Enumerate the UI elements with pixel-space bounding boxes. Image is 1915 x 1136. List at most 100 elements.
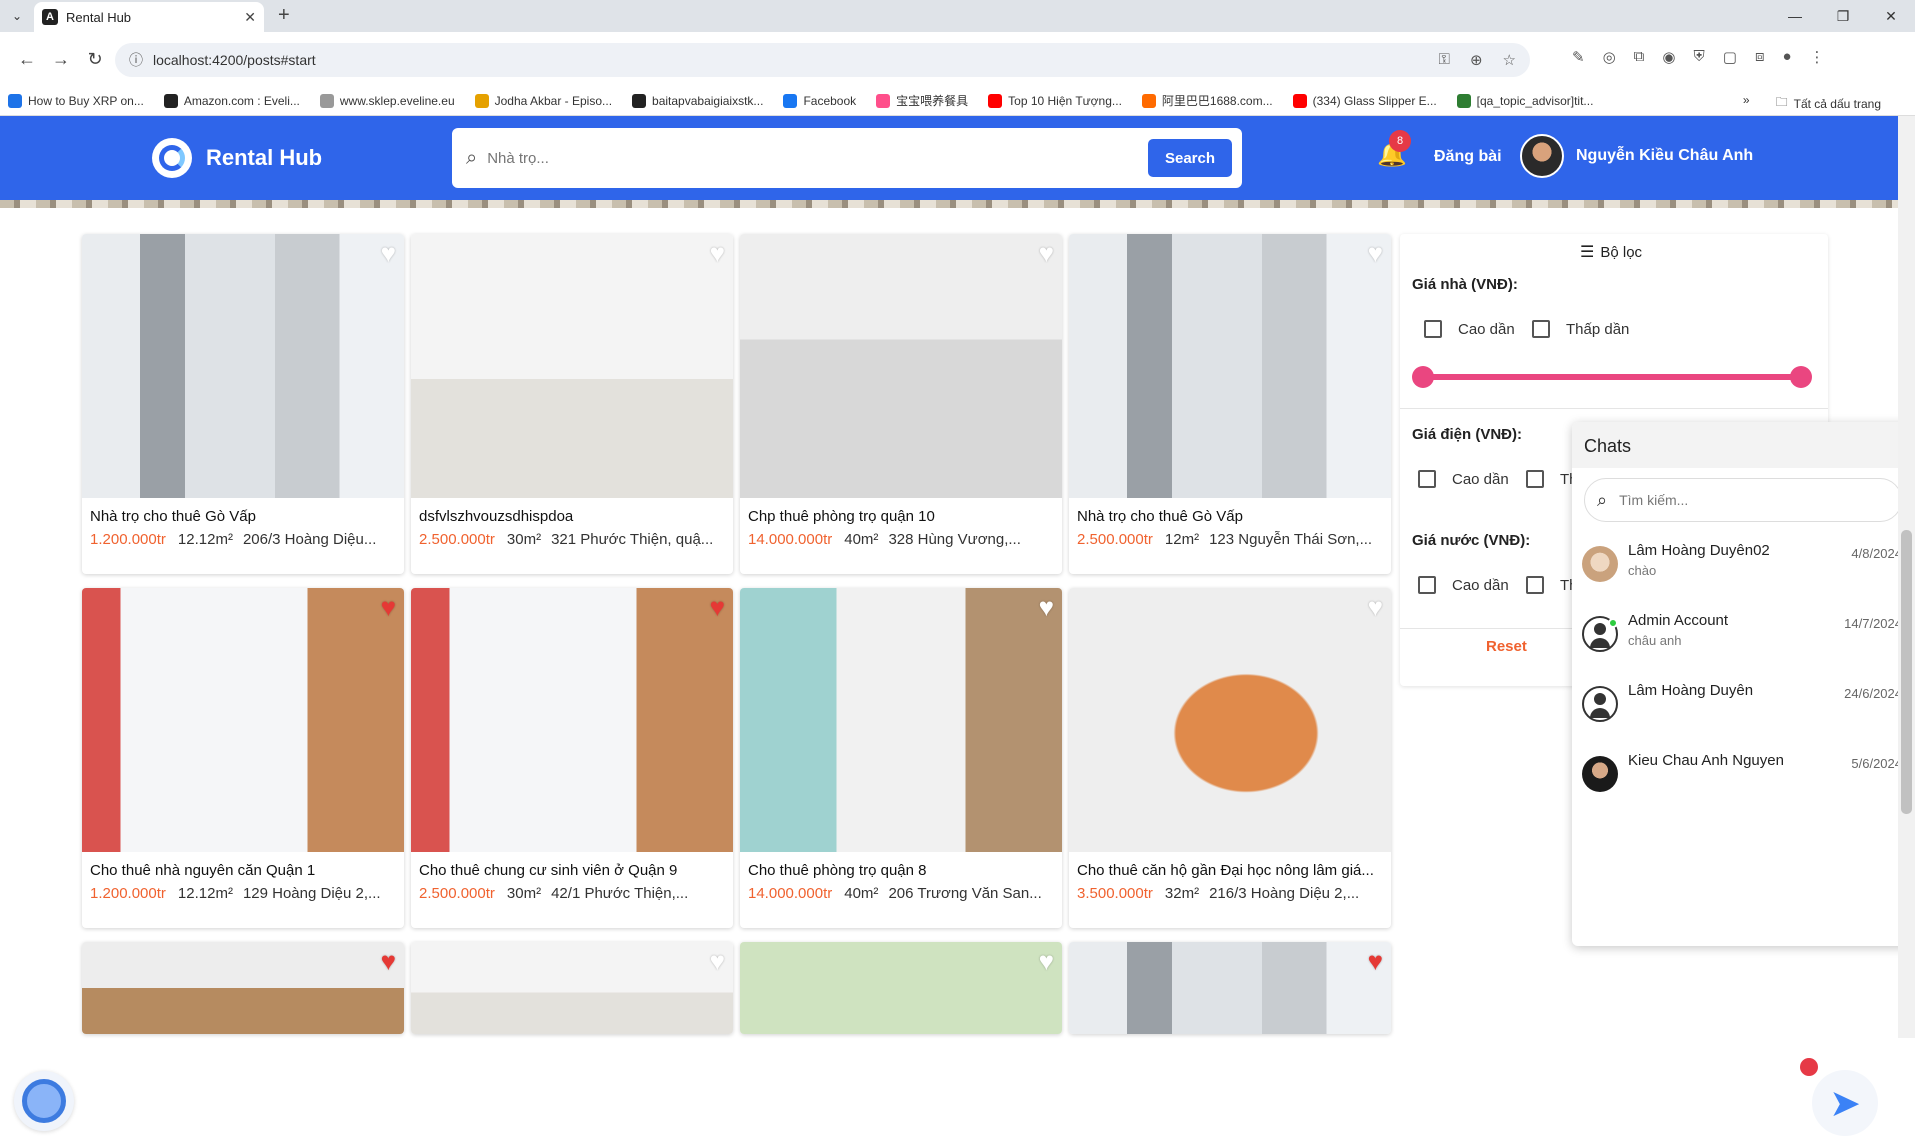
back-arrow-icon[interactable]: ←	[10, 49, 44, 70]
listing-photo[interactable]: ♥	[1069, 942, 1391, 1034]
house-price-asc-checkbox[interactable]: Thấp dần	[1532, 320, 1629, 338]
favorite-heart-icon[interactable]: ♥	[381, 592, 396, 623]
chat-conversation-item[interactable]: Admin Account châu anh 14/7/2024	[1572, 602, 1914, 672]
bookmark-item[interactable]: Facebook	[783, 93, 856, 108]
site-info-icon[interactable]: ⓘ	[129, 50, 143, 70]
listing-card[interactable]: ♥ dsfvlszhvouzsdhispdoa 2.500.000tr 30m² 321…	[411, 234, 733, 574]
restore-icon[interactable]: ❐	[1819, 0, 1867, 32]
chat-conversation-item[interactable]: Lâm Hoàng Duyên 24/6/2024	[1572, 672, 1914, 742]
listing-photo[interactable]: ♥	[740, 234, 1062, 498]
search-input[interactable]	[487, 149, 1148, 167]
bookmark-item[interactable]: 阿里巴巴1688.com...	[1141, 92, 1273, 109]
create-post-link[interactable]: Đăng bài	[1434, 148, 1502, 166]
profile-avatar-icon[interactable]: ●	[1782, 48, 1791, 66]
listing-photo[interactable]: ♥	[1069, 588, 1391, 852]
notification-bell-icon[interactable]: 🔔 8	[1377, 130, 1411, 169]
listing-title[interactable]: Nhà trọ cho thuê Gò Vấp	[82, 498, 404, 525]
listing-card[interactable]: ♥ Cho thuê căn hộ gần Đại học nông lâm gi…	[1069, 588, 1391, 928]
listing-card[interactable]: ♥ Chp thuê phòng trọ quận 10 14.000.000tr 4…	[740, 234, 1062, 574]
listing-card[interactable]: ♥ Cho thuê chung cư sinh viên ở Quận 9 2.5…	[411, 588, 733, 928]
chat-conversation-item[interactable]: Kieu Chau Anh Nguyen 5/6/2024	[1572, 742, 1914, 812]
puzzle-extensions-icon[interactable]: ⧈	[1755, 48, 1765, 66]
listing-title[interactable]: Chp thuê phòng trọ quận 10	[740, 498, 1062, 525]
listing-title[interactable]: Cho thuê chung cư sinh viên ở Quận 9	[411, 852, 733, 879]
scrollbar-thumb[interactable]	[1901, 530, 1912, 814]
reload-icon[interactable]: ↻	[78, 49, 112, 70]
all-bookmarks-folder[interactable]: 🗀 Tất cả dấu trang	[1776, 93, 1881, 114]
favorite-heart-icon[interactable]: ♥	[381, 238, 396, 269]
bookmark-item[interactable]: How to Buy XRP on...	[8, 93, 144, 108]
favorite-heart-icon[interactable]: ♥	[710, 946, 725, 977]
bookmark-item[interactable]: Amazon.com : Eveli...	[163, 93, 300, 108]
url-bar[interactable]: ⓘ localhost:4200/posts#start ⚿ ⊕ ☆	[115, 43, 1530, 77]
listing-photo[interactable]: ♥	[82, 234, 404, 498]
window-close-icon[interactable]: ✕	[1867, 0, 1915, 32]
listing-card[interactable]: ♥	[1069, 942, 1391, 1034]
water-price-desc-checkbox[interactable]: Cao dần	[1418, 576, 1509, 594]
brand-logo[interactable]: Rental Hub	[152, 138, 322, 178]
favorite-heart-icon[interactable]: ♥	[710, 238, 725, 269]
favorite-heart-icon[interactable]: ♥	[1039, 592, 1054, 623]
shield-extension-icon[interactable]: ⛨	[1693, 48, 1704, 66]
listing-photo[interactable]: ♥	[411, 942, 733, 1034]
listing-photo[interactable]: ♥	[411, 588, 733, 852]
favorite-heart-icon[interactable]: ♥	[1039, 238, 1054, 269]
chat-search-field[interactable]: ⌕ Tìm kiếm...	[1584, 478, 1902, 522]
lens-extension-icon[interactable]: ◉	[1662, 48, 1675, 66]
favorite-heart-icon[interactable]: ♥	[1039, 946, 1054, 977]
user-menu[interactable]: Nguyễn Kiều Châu Anh	[1520, 134, 1753, 178]
extension-box-icon[interactable]: ▢	[1723, 48, 1737, 66]
electric-price-desc-checkbox[interactable]: Cao dần	[1418, 470, 1509, 488]
favorite-heart-icon[interactable]: ♥	[710, 592, 725, 623]
listing-title[interactable]: dsfvlszhvouzsdhispdoa	[411, 498, 733, 525]
minimize-icon[interactable]: —	[1771, 0, 1819, 32]
listing-photo[interactable]: ♥	[82, 588, 404, 852]
favorite-heart-icon[interactable]: ♥	[1368, 238, 1383, 269]
house-price-desc-checkbox[interactable]: Cao dần	[1424, 320, 1515, 338]
listing-card[interactable]: ♥ Cho thuê nhà nguyên căn Quận 1 1.200.000…	[82, 588, 404, 928]
slider-min-handle[interactable]	[1412, 366, 1434, 388]
listing-card[interactable]: ♥ Nhà trọ cho thuê Gò Vấp 2.500.000tr 12m² 1…	[1069, 234, 1391, 574]
listing-card[interactable]: ♥	[411, 942, 733, 1034]
listing-title[interactable]: Cho thuê nhà nguyên căn Quận 1	[82, 852, 404, 879]
price-range-slider[interactable]	[1412, 366, 1812, 388]
listing-card[interactable]: ♥	[740, 942, 1062, 1034]
browser-menu-icon[interactable]: ⋮	[1810, 48, 1825, 66]
listing-card[interactable]: ♥ Nhà trọ cho thuê Gò Vấp 1.200.000tr 12.12…	[82, 234, 404, 574]
compass-extension-icon[interactable]: ◎	[1603, 48, 1616, 66]
page-scrollbar[interactable]	[1898, 116, 1915, 1038]
favorite-heart-icon[interactable]: ♥	[381, 946, 396, 977]
listing-title[interactable]: Cho thuê phòng trọ quận 8	[740, 852, 1062, 879]
pen-extension-icon[interactable]: ✎	[1572, 48, 1585, 66]
chat-conversation-item[interactable]: Lâm Hoàng Duyên02 chào 4/8/2024	[1572, 532, 1914, 602]
bookmark-item[interactable]: (334) Glass Slipper E...	[1292, 93, 1437, 108]
bookmark-item[interactable]: baitapvabaigiaixstk...	[632, 93, 763, 108]
forward-arrow-icon[interactable]: →	[44, 49, 78, 70]
assistant-bubble-icon[interactable]	[14, 1071, 74, 1131]
send-message-icon[interactable]: ➤	[1812, 1070, 1878, 1136]
reset-filter-button[interactable]: Reset	[1486, 638, 1527, 655]
listing-photo[interactable]: ♥	[740, 942, 1062, 1034]
listing-photo[interactable]: ♥	[740, 588, 1062, 852]
bookmark-item[interactable]: [qa_topic_advisor]tit...	[1456, 93, 1593, 108]
zoom-icon[interactable]: ⊕	[1470, 51, 1483, 69]
new-tab-icon[interactable]: +	[278, 4, 290, 27]
bookmark-star-icon[interactable]: ☆	[1503, 51, 1516, 69]
search-button[interactable]: Search	[1148, 139, 1232, 177]
listing-photo[interactable]: ♥	[82, 942, 404, 1034]
password-key-icon[interactable]: ⚿	[1439, 51, 1450, 69]
tab-search-dropdown-icon[interactable]: ⌄	[6, 6, 28, 26]
listing-card[interactable]: ♥ Cho thuê phòng trọ quận 8 14.000.000tr 40…	[740, 588, 1062, 928]
tab-close-icon[interactable]: ✕	[244, 9, 256, 26]
listing-photo[interactable]: ♥	[411, 234, 733, 498]
bookmark-item[interactable]: 宝宝喂养餐具	[876, 92, 968, 109]
listing-title[interactable]: Nhà trọ cho thuê Gò Vấp	[1069, 498, 1391, 525]
translate-extension-icon[interactable]: ⧉	[1634, 48, 1645, 66]
bookmark-item[interactable]: Jodha Akbar - Episo...	[474, 93, 612, 108]
favorite-heart-icon[interactable]: ♥	[1368, 592, 1383, 623]
listing-photo[interactable]: ♥	[1069, 234, 1391, 498]
bookmark-item[interactable]: Top 10 Hiện Tượng...	[988, 93, 1122, 108]
browser-tab[interactable]: A Rental Hub ✕	[34, 2, 264, 32]
favorite-heart-icon[interactable]: ♥	[1368, 946, 1383, 977]
listing-title[interactable]: Cho thuê căn hộ gần Đại học nông lâm giá…	[1069, 852, 1391, 879]
